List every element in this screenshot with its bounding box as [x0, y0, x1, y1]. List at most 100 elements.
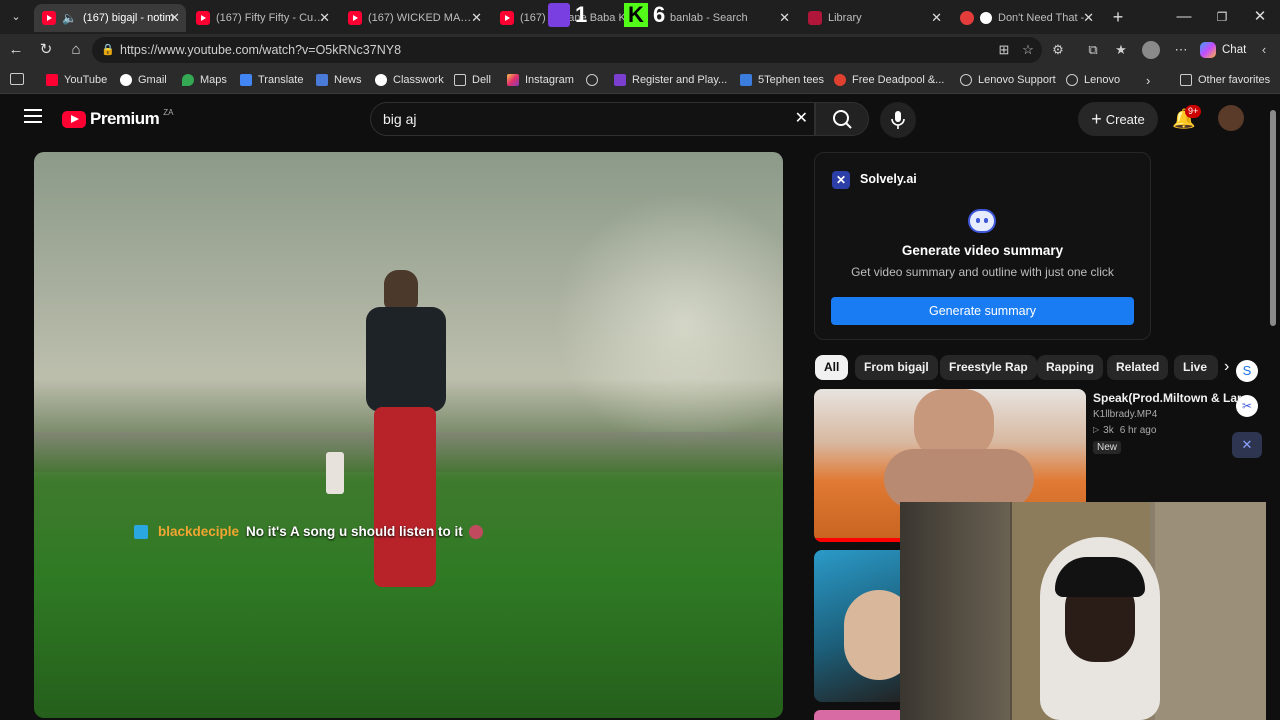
bookmark-globe[interactable] [586, 72, 604, 88]
folder-icon [1180, 74, 1192, 86]
profile-avatar[interactable] [1142, 41, 1160, 59]
google-icon [375, 74, 387, 86]
url-field[interactable]: 🔒 https://www.youtube.com/watch?v=O5kRNc… [92, 37, 1042, 63]
bookmark-lenovo-support[interactable]: Lenovo Support [960, 72, 1056, 88]
youtube-favicon-icon [196, 11, 210, 25]
shop-icon [740, 74, 752, 86]
favorite-star-icon[interactable]: ☆ [1020, 42, 1036, 58]
plus-icon: + [1091, 109, 1102, 129]
twitch-icon [548, 3, 570, 27]
chip-rapping[interactable]: Rapping [1037, 355, 1103, 380]
extensions-icon[interactable]: ⚙ [1050, 42, 1066, 58]
solvely-brand: Solvely.ai [860, 172, 917, 186]
chip-from-bigajl[interactable]: From bigajl [855, 355, 938, 380]
tab-fifty-fifty[interactable]: (167) Fifty Fifty - Cupid ✕ [188, 4, 336, 32]
recommendation-thumbnail[interactable] [814, 550, 904, 702]
chat-text: No it's A song u should listen to it [246, 524, 463, 539]
new-badge: New [1093, 441, 1122, 454]
minimize-icon[interactable]: — [1174, 7, 1194, 27]
translate-icon [240, 74, 252, 86]
bookmark-gmail[interactable]: Gmail [120, 72, 167, 88]
page-scrollbar[interactable] [1266, 96, 1280, 720]
bookmark-dell[interactable]: Dell [454, 72, 491, 88]
tab-banlab-search[interactable]: banlab - Search ✕ [646, 4, 796, 32]
game-icon [614, 74, 626, 86]
new-tab-icon[interactable]: + [1108, 7, 1128, 27]
scrollbar-thumb[interactable] [1270, 110, 1276, 326]
tab-dont-need-that[interactable]: Don't Need That - ✕ [952, 4, 1100, 32]
sidebar-chevron-icon[interactable]: ‹ [1256, 42, 1272, 58]
bookmark-deadpool[interactable]: Free Deadpool &... [834, 72, 944, 88]
chip-freestyle-rap[interactable]: Freestyle Rap [940, 355, 1037, 380]
thumbnail-hood [844, 590, 904, 680]
folder-icon [454, 74, 466, 86]
generate-summary-button[interactable]: Generate summary [831, 297, 1134, 325]
close-tab-icon[interactable]: ✕ [319, 10, 330, 26]
hamburger-menu-icon[interactable] [24, 109, 42, 123]
split-screen-icon[interactable]: ⧉ [1085, 42, 1101, 58]
close-tab-icon[interactable]: ✕ [931, 10, 942, 26]
bookmark-maps[interactable]: Maps [182, 72, 227, 88]
bookmark-register-and-play[interactable]: Register and Play... [614, 72, 727, 88]
youtube-premium-logo[interactable]: Premium ZA [62, 108, 173, 129]
speaker-icon[interactable]: 🔈 [62, 11, 77, 25]
chip-live[interactable]: Live [1174, 355, 1218, 380]
bookmark-youtube[interactable]: YouTube [46, 72, 107, 88]
recommendation-thumbnail[interactable] [814, 710, 904, 720]
home-icon[interactable]: ⌂ [66, 40, 86, 60]
recommendation-title[interactable]: Speak(Prod.Miltown & Land [1093, 391, 1241, 405]
video-player[interactable]: blackdeciple No it's A song u should lis… [34, 152, 783, 718]
account-avatar[interactable] [1218, 105, 1244, 131]
back-icon[interactable]: ← [6, 40, 26, 60]
notification-badge: 9+ [1185, 105, 1202, 118]
extension-s-button[interactable]: S [1236, 360, 1258, 382]
video-frame-person-pants [374, 407, 436, 587]
create-button[interactable]: + Create [1078, 102, 1158, 136]
youtube-favicon-icon [348, 11, 362, 25]
clear-search-icon[interactable]: ✕ [795, 103, 808, 135]
search-button[interactable] [815, 102, 869, 136]
tab-library[interactable]: Library ✕ [800, 4, 948, 32]
copilot-chat-button[interactable]: Chat [1200, 41, 1246, 59]
google-icon [120, 74, 132, 86]
chat-badge-icon [134, 524, 148, 539]
close-tab-icon[interactable]: ✕ [169, 10, 180, 26]
close-tab-icon[interactable]: ✕ [471, 10, 482, 26]
other-favorites[interactable]: Other favorites [1180, 72, 1270, 88]
voice-search-button[interactable] [880, 102, 916, 138]
tab-bigajl[interactable]: 🔈 (167) bigajl - notim ✕ [34, 4, 186, 32]
close-window-icon[interactable]: ✕ [1250, 7, 1270, 27]
search-input[interactable]: big aj ✕ [370, 102, 815, 136]
more-bookmarks-chevron-icon[interactable]: › [1146, 72, 1150, 88]
bookmark-instagram[interactable]: Instagram [507, 72, 574, 88]
bookmark-lenovo[interactable]: Lenovo [1066, 72, 1120, 88]
reload-icon[interactable]: ↻ [36, 40, 56, 60]
maximize-icon[interactable]: ❐ [1212, 7, 1232, 27]
solvely-subtext: Get video summary and outline with just … [851, 265, 1114, 279]
close-tab-icon[interactable]: ✕ [779, 10, 790, 26]
robot-icon [968, 209, 996, 233]
chip-all[interactable]: All [815, 355, 849, 380]
reading-list-icon[interactable] [10, 73, 24, 85]
browser-tab-bar: ⌄ 🔈 (167) bigajl - notim ✕ (167) Fifty F… [0, 0, 1280, 34]
bookmark-classwork[interactable]: Classwork [375, 72, 444, 88]
solvely-side-icon[interactable]: ✕ [1232, 432, 1262, 458]
tab-wicked-man[interactable]: (167) WICKED MAN (M ✕ [340, 4, 488, 32]
recommendation-channel[interactable]: K1llbrady.MP4 [1093, 409, 1157, 420]
more-menu-icon[interactable]: ⋯ [1173, 42, 1189, 58]
thumbnail-arms [884, 449, 1034, 509]
webcam-overlay [900, 502, 1280, 720]
bookmark-news[interactable]: News [316, 72, 362, 88]
bookmark-translate[interactable]: Translate [240, 72, 303, 88]
tab-list-chevron-icon[interactable]: ⌄ [6, 7, 26, 27]
chips-next-chevron-icon[interactable]: › [1224, 358, 1229, 376]
app-available-icon[interactable]: ⊞ [996, 42, 1012, 58]
chip-related[interactable]: Related [1107, 355, 1169, 380]
overlay-number: 6 [653, 2, 666, 27]
favorites-icon[interactable]: ★ [1113, 42, 1129, 58]
chat-username: blackdeciple [158, 524, 240, 539]
close-tab-icon[interactable]: ✕ [1083, 10, 1094, 26]
webcam-background-door [1155, 502, 1280, 720]
bookmark-5tephen-tees[interactable]: 5Tephen tees [740, 72, 824, 88]
recommendation-meta: ▷ 3k 6 hr ago [1093, 425, 1157, 436]
